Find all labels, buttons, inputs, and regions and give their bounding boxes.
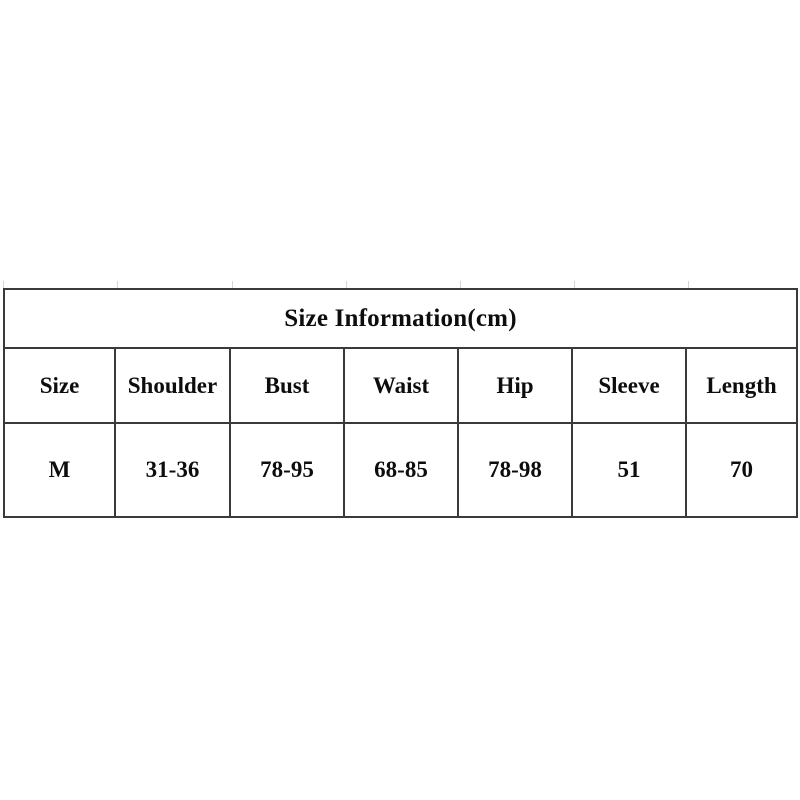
cell-length: 70 (684, 422, 799, 518)
size-chart: Size Information(cm) Size Shoulder Bust … (2, 288, 799, 518)
table-header-row: Size Shoulder Bust Waist Hip Sleeve Leng… (3, 347, 799, 424)
table-title: Size Information(cm) (2, 288, 799, 349)
column-header-size: Size (3, 347, 116, 424)
tick-mark (232, 281, 233, 288)
tick-mark (574, 281, 575, 288)
tick-mark (3, 281, 4, 288)
column-header-shoulder: Shoulder (114, 347, 231, 424)
column-header-hip: Hip (457, 347, 573, 424)
table-title-row: Size Information(cm) (2, 288, 799, 349)
tick-mark (117, 281, 118, 288)
column-header-waist: Waist (343, 347, 459, 424)
tick-mark (460, 281, 461, 288)
cell-bust: 78-95 (229, 422, 345, 518)
page-canvas: Size Information(cm) Size Shoulder Bust … (0, 0, 800, 800)
cell-hip: 78-98 (457, 422, 573, 518)
column-header-sleeve: Sleeve (571, 347, 687, 424)
tick-mark (346, 281, 347, 288)
column-header-bust: Bust (229, 347, 345, 424)
table-row: M 31-36 78-95 68-85 78-98 51 70 (3, 422, 799, 518)
cell-size: M (3, 422, 116, 518)
size-information-table: Size Information(cm) Size Shoulder Bust … (2, 288, 799, 518)
cell-shoulder: 31-36 (114, 422, 231, 518)
cell-waist: 68-85 (343, 422, 459, 518)
column-tick-marks (0, 281, 800, 288)
cell-sleeve: 51 (571, 422, 687, 518)
tick-mark (688, 281, 689, 288)
column-header-length: Length (684, 347, 799, 424)
